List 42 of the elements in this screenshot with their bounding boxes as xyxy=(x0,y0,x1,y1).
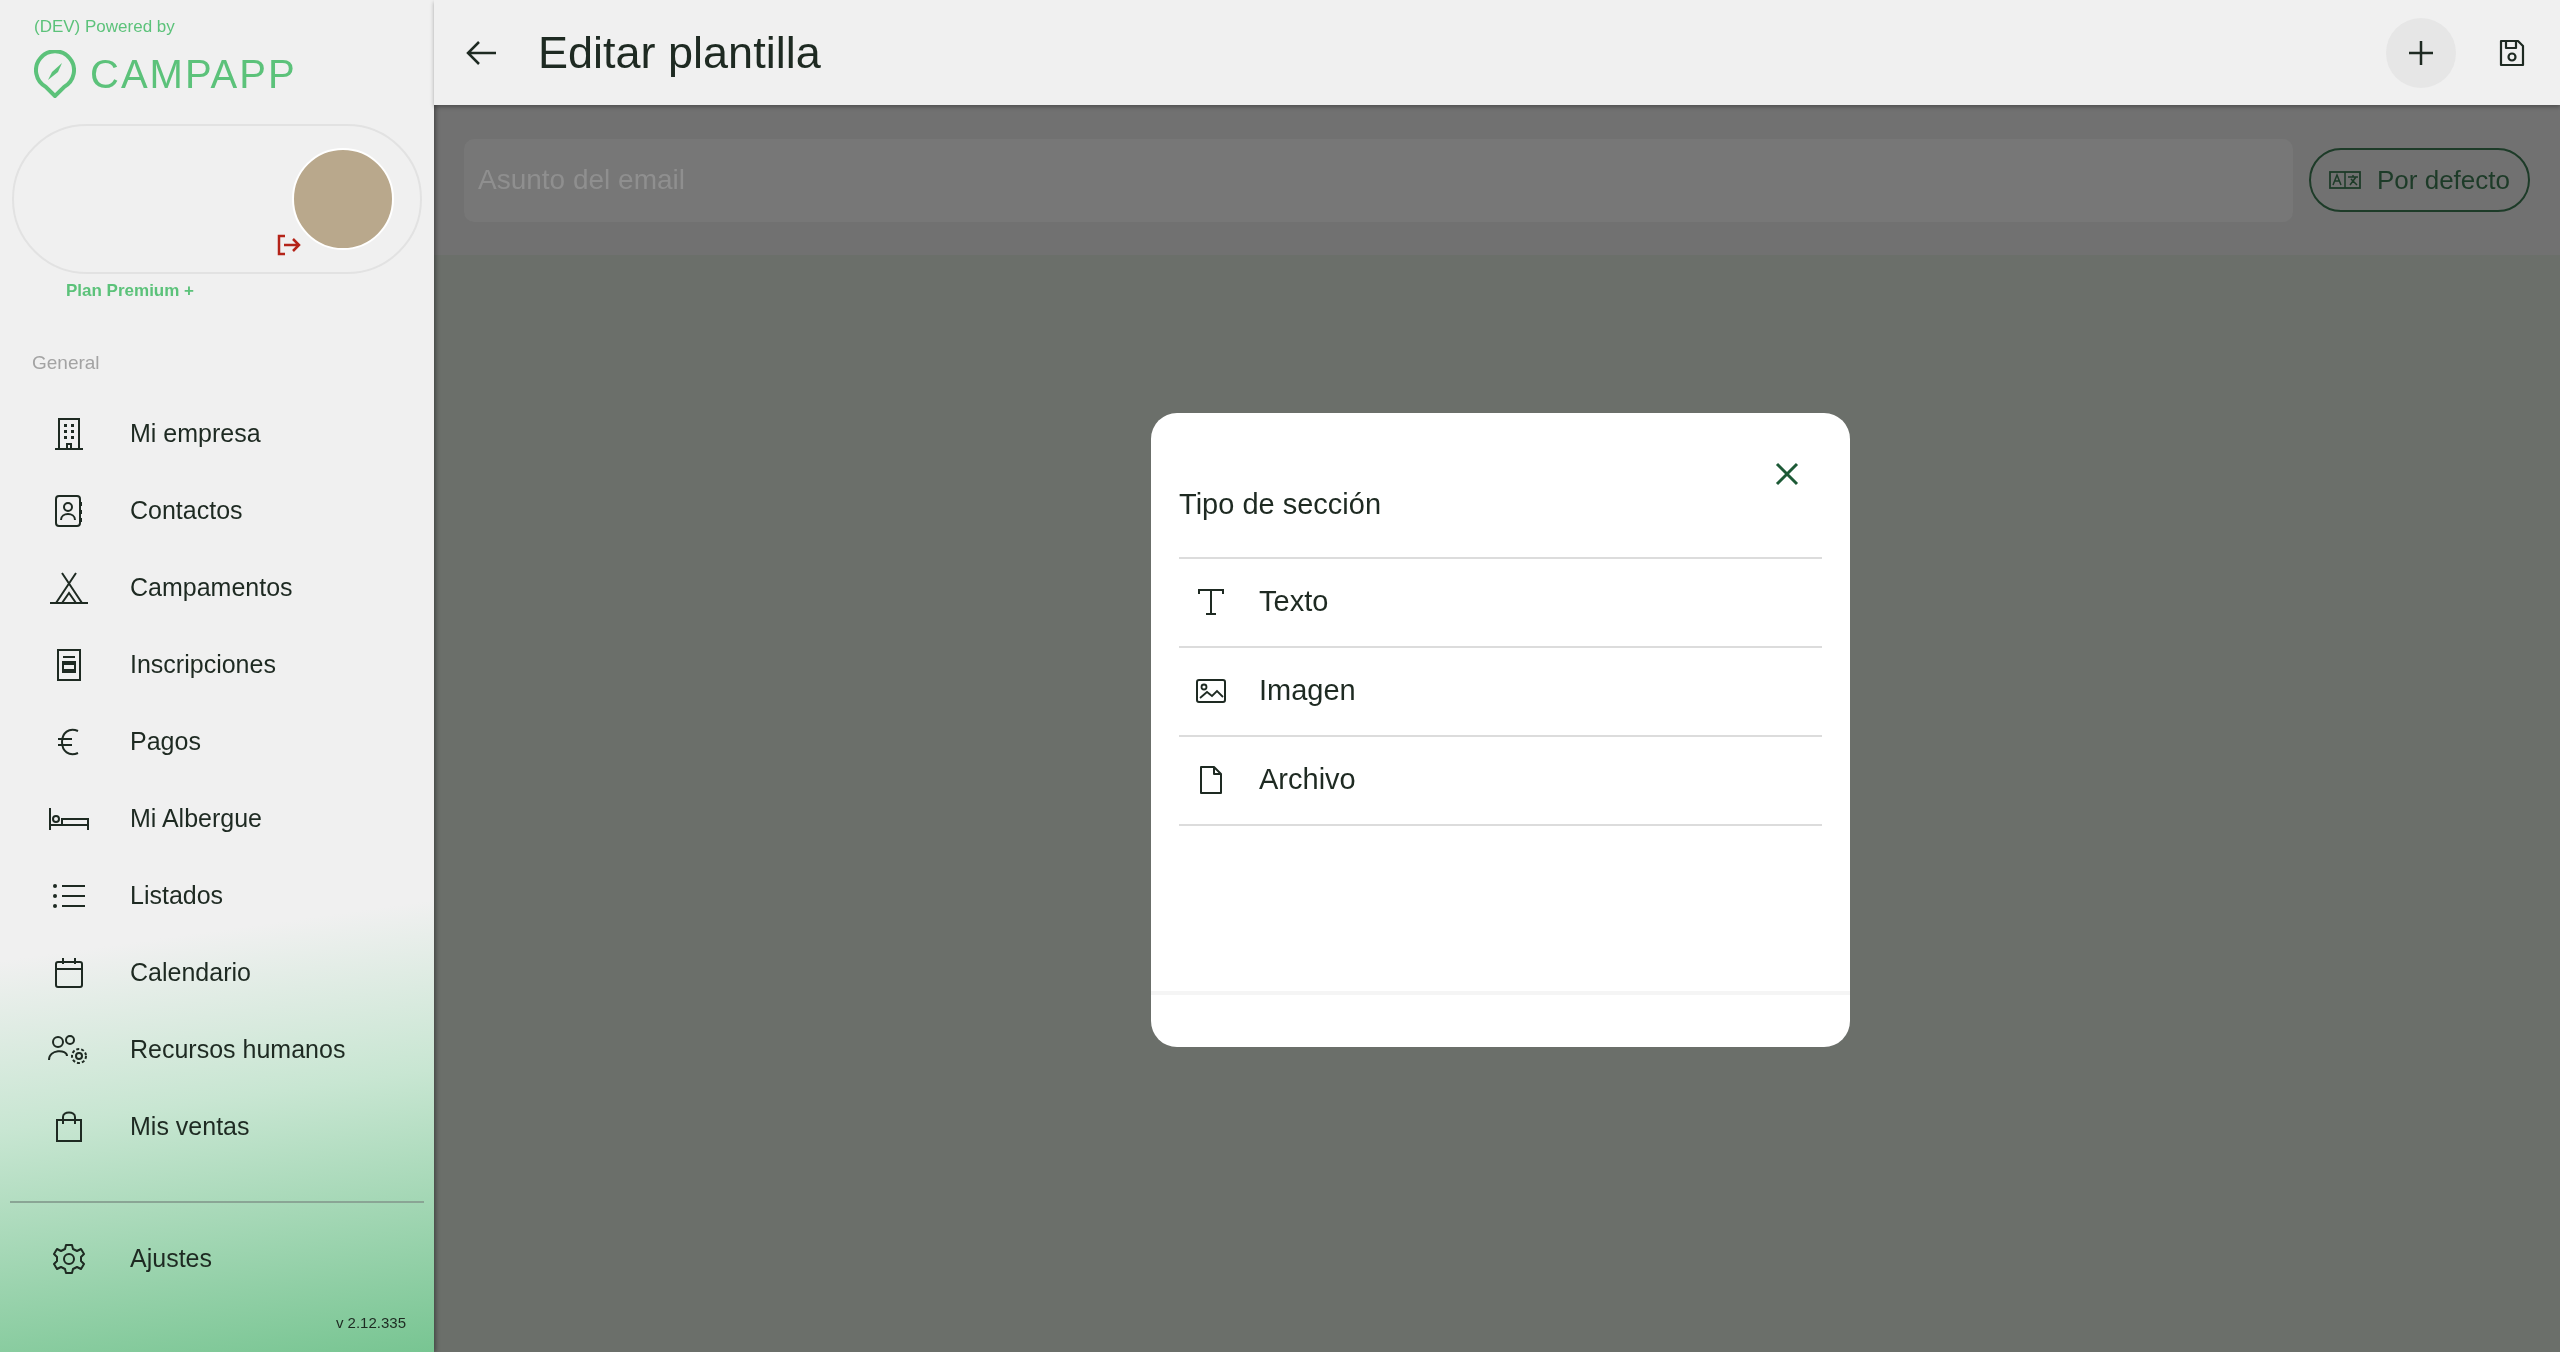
contact-book-icon xyxy=(54,494,84,528)
text-icon xyxy=(1198,588,1224,616)
people-gear-icon xyxy=(48,1034,90,1066)
section-type-option[interactable]: Archivo xyxy=(1179,736,1822,826)
building-icon xyxy=(54,417,84,451)
back-arrow-icon xyxy=(466,39,498,66)
dialog-title: Tipo de sección xyxy=(1179,487,1382,522)
plus-icon xyxy=(2408,39,2434,66)
nav-item[interactable]: Contactos xyxy=(0,472,434,550)
nav-item[interactable]: Pagos xyxy=(0,703,434,781)
nav-item[interactable]: Calendario xyxy=(0,934,434,1012)
nav-item[interactable]: Recursos humanos xyxy=(0,1011,434,1089)
calendar-icon xyxy=(54,957,84,989)
logout-icon xyxy=(276,233,302,256)
section-label: General xyxy=(32,351,101,375)
nav-item[interactable]: Ajustes xyxy=(0,1220,434,1298)
logo-text: CAMPAPP xyxy=(90,50,297,98)
nav-item[interactable]: Mi empresa xyxy=(0,395,434,473)
nav-item[interactable]: Mi Albergue xyxy=(0,780,434,858)
plan-label: Plan Premium + xyxy=(66,279,196,302)
compass-pin-logo-icon xyxy=(34,49,76,98)
section-type-option[interactable]: Imagen xyxy=(1179,647,1822,737)
nav-item[interactable]: Campamentos xyxy=(0,549,434,627)
floppy-disk-icon xyxy=(2499,38,2525,67)
settings-icon xyxy=(53,1243,85,1275)
page-title: Editar plantilla xyxy=(538,25,821,80)
translate-icon xyxy=(2329,171,2361,189)
powered-by-text: (DEV) Powered by xyxy=(34,16,176,38)
nav-item[interactable]: Mis ventas xyxy=(0,1088,434,1166)
image-icon xyxy=(1196,679,1226,703)
shopping-bag-icon xyxy=(54,1111,84,1143)
bed-icon xyxy=(48,806,90,832)
file-icon xyxy=(1199,765,1223,795)
nav-item[interactable]: Listados xyxy=(0,857,434,935)
euro-icon xyxy=(57,727,81,757)
list-icon xyxy=(52,883,86,909)
section-type-option[interactable]: Texto xyxy=(1179,558,1822,648)
nav-item[interactable]: Inscripciones xyxy=(0,626,434,704)
close-icon xyxy=(1775,462,1799,486)
version-text: v 2.12.335 xyxy=(335,1312,406,1333)
document-icon xyxy=(55,648,83,682)
tent-icon xyxy=(49,572,89,604)
